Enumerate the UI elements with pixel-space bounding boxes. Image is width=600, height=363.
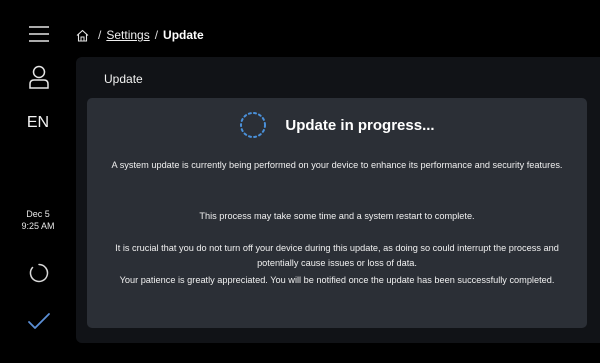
breadcrumb-settings-link[interactable]: Settings [106, 28, 149, 42]
patience-notice: Your patience is greatly appreciated. Yo… [119, 275, 555, 285]
breadcrumb-separator: / [154, 28, 159, 42]
update-description: A system update is currently being perfo… [111, 160, 563, 170]
breadcrumb-current: Update [163, 28, 204, 42]
home-icon[interactable] [76, 29, 89, 42]
hamburger-menu-icon[interactable] [29, 25, 49, 43]
progress-spinner-icon [240, 112, 267, 138]
language-selector[interactable]: EN [0, 114, 76, 132]
power-warning: It is crucial that you do not turn off y… [115, 243, 559, 268]
checkmark-icon[interactable] [27, 311, 51, 331]
date-text: Dec 5 [26, 209, 50, 219]
loading-spinner-icon [29, 263, 49, 283]
section-title: Update [104, 72, 143, 86]
time-text: 9:25 AM [21, 221, 55, 231]
card-header: Update in progress... [87, 110, 587, 140]
breadcrumb: / Settings / Update [76, 20, 204, 50]
update-title: Update in progress... [285, 116, 435, 134]
main-panel: Update Update in progress... A system up… [76, 57, 600, 343]
restart-notice: This process may take some time and a sy… [199, 211, 475, 221]
breadcrumb-separator: / [98, 28, 102, 42]
user-profile-icon[interactable] [28, 65, 50, 89]
date-time-display: Dec 5 9:25 AM [0, 208, 76, 232]
sidebar: EN Dec 5 9:25 AM [0, 0, 76, 363]
update-progress-card: Update in progress... A system update is… [87, 98, 587, 328]
